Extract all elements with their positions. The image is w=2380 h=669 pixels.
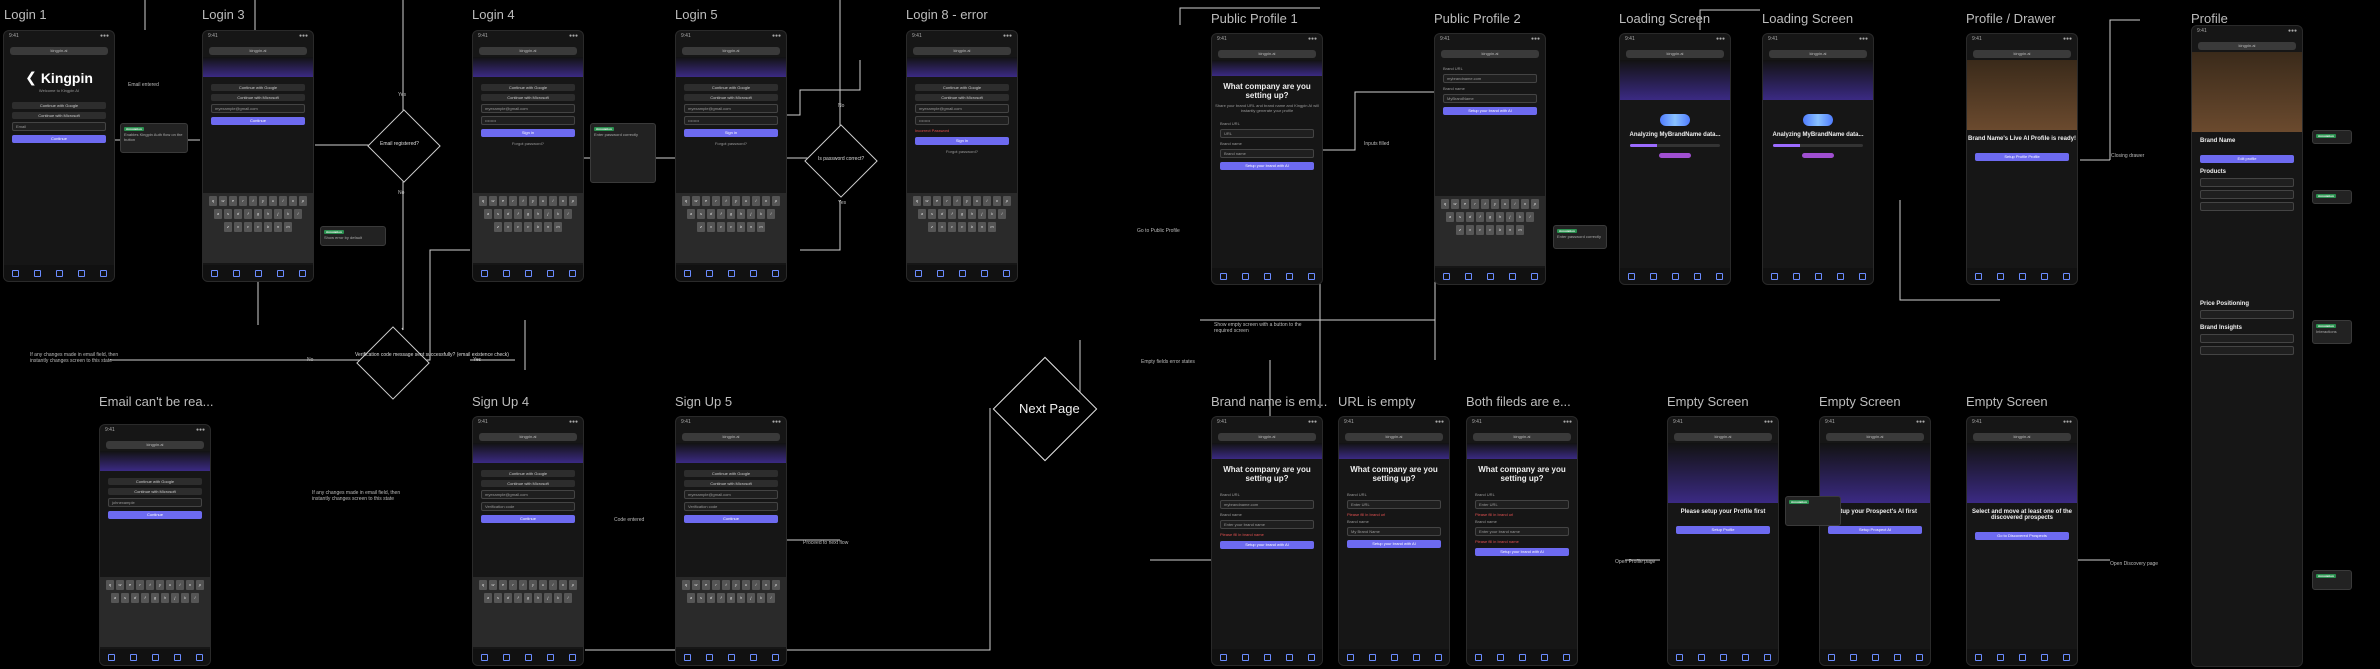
screen-login4: 9:41 ●●● kingpin.ai Continue with Google … — [472, 30, 584, 282]
title-brand-empty: Brand name is em... — [1211, 394, 1328, 409]
title-login4: Login 4 — [472, 7, 515, 22]
title-loading1: Loading Screen — [1619, 11, 1711, 26]
kingpin-logo: ❮ Kingpin — [25, 69, 93, 86]
title-email-err: Email can't be rea... — [99, 394, 214, 409]
screen-both-empty: 9:41 ●●● kingpin.ai What company are you … — [1466, 416, 1578, 666]
title-signup5: Sign Up 5 — [675, 394, 733, 409]
title-both-empty: Both fileds are e... — [1466, 394, 1571, 409]
title-drawer: Profile / Drawer — [1966, 11, 2056, 26]
title-signup4: Sign Up 4 — [472, 394, 530, 409]
url-bar[interactable]: kingpin.ai — [10, 47, 108, 55]
screen-brand-empty: 9:41 ●●● kingpin.ai What company are you … — [1211, 416, 1323, 666]
screen-login3: 9:41 ●●● kingpin.ai Continue with Google … — [202, 30, 314, 282]
screen-public2: 9:41 ●●● kingpin.ai Brand URL mybrandname… — [1434, 33, 1546, 285]
title-loading2: Loading Screen — [1762, 11, 1854, 26]
email-field[interactable]: Email — [12, 122, 106, 131]
title-empty1: Empty Screen — [1667, 394, 1749, 409]
title-login5: Login 5 — [675, 7, 718, 22]
progress-bar — [1630, 144, 1720, 147]
screen-login8: 9:41 ●●● kingpin.ai Continue with Google … — [906, 30, 1018, 282]
screen-url-empty: 9:41 ●●● kingpin.ai What company are you … — [1338, 416, 1450, 666]
title-empty3: Empty Screen — [1966, 394, 2048, 409]
title-login3: Login 3 — [202, 7, 245, 22]
screen-profile: 9:41 ●●● kingpin.ai Brand Name Edit profi… — [2191, 25, 2303, 667]
screen-signup5: 9:41 ●●● kingpin.ai Continue with Google … — [675, 416, 787, 666]
profile-photo — [1967, 60, 2077, 130]
title-empty2: Empty Screen — [1819, 394, 1901, 409]
screen-empty3: 9:41 ●●● kingpin.ai Select and move at le… — [1966, 416, 2078, 666]
keyboard[interactable]: qwertyuiop asdfghjkl zxcvbnm — [203, 193, 313, 263]
title-profile: Profile — [2191, 11, 2228, 26]
title-login1: Login 1 — [4, 7, 47, 22]
screen-empty1: 9:41 ●●● kingpin.ai Please setup your Pro… — [1667, 416, 1779, 666]
title-public2: Public Profile 2 — [1434, 11, 1521, 26]
screen-loading1: 9:41 ●●● kingpin.ai Analyzing MyBrandName… — [1619, 33, 1731, 285]
title-url-empty: URL is empty — [1338, 394, 1416, 409]
screen-login1: 9:41 ●●● kingpin.ai ❮ Kingpin Welcome to K… — [3, 30, 115, 282]
screen-public1: 9:41 ●●● kingpin.ai What company are you … — [1211, 33, 1323, 285]
note-login1: Annotation Enables Kingpin Auth flow on t… — [120, 123, 188, 153]
screen-drawer: 9:41 ●●● kingpin.ai Brand Name's Live AI … — [1966, 33, 2078, 285]
continue-button[interactable]: Continue — [12, 135, 106, 143]
title-public1: Public Profile 1 — [1211, 11, 1298, 26]
browser-nav — [4, 265, 114, 281]
waveform-icon — [1660, 114, 1690, 126]
screen-empty2: 9:41 ●●● kingpin.ai Setup your Prospect's… — [1819, 416, 1931, 666]
title-login8: Login 8 - error — [906, 7, 988, 22]
microsoft-button[interactable]: Continue with Microsoft — [12, 112, 106, 119]
screen-login5: 9:41 ●●● kingpin.ai Continue with Google … — [675, 30, 787, 282]
screen-signup4: 9:41 ●●● kingpin.ai Continue with Google … — [472, 416, 584, 666]
screen-loading2: 9:41 ●●● kingpin.ai Analyzing MyBrandName… — [1762, 33, 1874, 285]
waveform-icon — [1803, 114, 1833, 126]
progress-bar — [1773, 144, 1863, 147]
google-button[interactable]: Continue with Google — [12, 102, 106, 109]
screen-email-error: 9:41 ●●● kingpin.ai Continue with Google … — [99, 424, 211, 666]
